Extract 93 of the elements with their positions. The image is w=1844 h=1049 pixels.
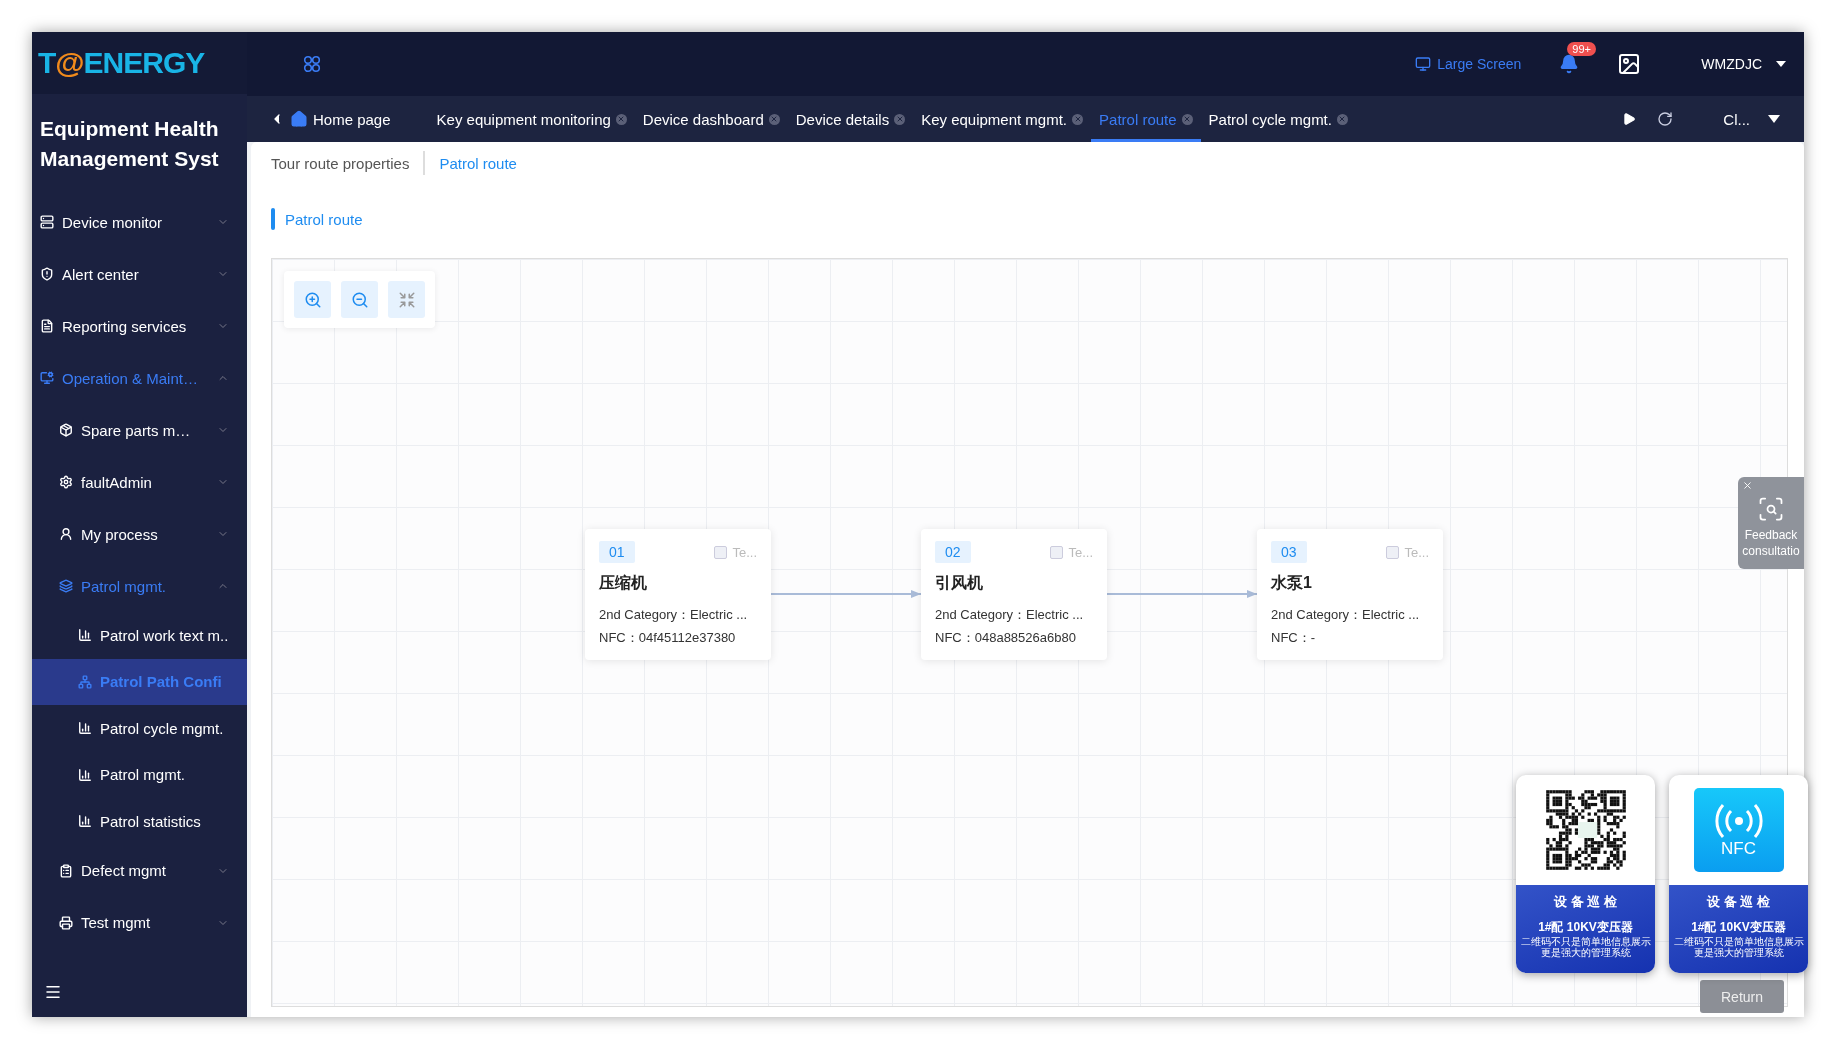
close-icon[interactable]	[894, 113, 906, 125]
zoom-out-button[interactable]	[341, 281, 378, 318]
node-nfc: NFC：04f45112e37380	[599, 629, 737, 647]
refresh-icon	[1657, 111, 1674, 127]
close-icon[interactable]	[1181, 113, 1193, 125]
node-number: 03	[1271, 541, 1307, 563]
bar-chart-icon	[78, 767, 92, 782]
sidebar-item[interactable]: My process	[32, 508, 247, 560]
feedback-label: Feedback	[1744, 527, 1798, 543]
fit-button[interactable]	[388, 281, 425, 318]
large-screen-link[interactable]: Large Screen	[1415, 56, 1522, 72]
zoom-out-icon	[350, 290, 369, 309]
bell-icon[interactable]	[1559, 54, 1580, 74]
nfc-badge: NFC	[1693, 788, 1784, 872]
sidebar-item[interactable]: Alert center	[32, 248, 247, 300]
sidebar-item[interactable]: Operation & Maint…	[32, 352, 247, 404]
close-icon[interactable]	[1742, 480, 1753, 491]
user-icon	[59, 527, 73, 541]
sidebar-item[interactable]: Patrol cycle mgmt.	[32, 705, 247, 752]
gear-icon	[59, 475, 73, 489]
monitor-icon	[1415, 56, 1432, 72]
sidebar-item[interactable]: Patrol statistics	[32, 798, 247, 845]
sidebar-item[interactable]: Spare parts m…	[32, 404, 247, 456]
node-name: 压缩机	[599, 573, 648, 593]
sidebar-item[interactable]: Patrol mgmt.	[32, 751, 247, 798]
sidebar-item[interactable]: Patrol mgmt.	[32, 560, 247, 612]
close-menu-dropdown[interactable]: Cl...	[1683, 110, 1804, 128]
bar-chart-icon	[78, 814, 92, 829]
menu-icon[interactable]	[44, 983, 62, 1001]
feedback-label: consultatio	[1742, 543, 1800, 559]
tag-note: 二维码不只是简单地信息展示	[1673, 936, 1804, 947]
image-icon[interactable]	[1617, 52, 1642, 76]
clover-icon[interactable]	[303, 55, 321, 73]
zoom-in-icon	[303, 290, 322, 309]
section-title: Patrol route	[285, 210, 363, 228]
tag-subtitle: 1#配 10KV变压器	[1538, 919, 1633, 936]
sidebar-item[interactable]: Reporting services	[32, 300, 247, 352]
page-tab[interactable]: Home page	[261, 96, 399, 142]
shrink-icon	[397, 290, 416, 309]
tag-title: 设 备 巡 检	[1707, 893, 1770, 911]
monitor-icon	[40, 371, 54, 385]
sidebar-item[interactable]: Device monitor	[32, 196, 247, 248]
page-tab[interactable]: Key equipment monitoring	[428, 96, 635, 142]
close-icon[interactable]	[1336, 113, 1348, 125]
route-node[interactable]: 01 Te... 压缩机 2nd Category：Electric ... NFC：04f45112e37380	[585, 529, 771, 660]
route-node[interactable]: 02 Te... 引风机 2nd Category：Electric ... NFC：048a88526a6b80	[921, 529, 1107, 660]
server-icon	[40, 215, 54, 229]
node-name: 水泵1	[1271, 573, 1313, 593]
tag-note: 更是强大的管理系统	[1693, 947, 1784, 958]
user-menu[interactable]: WMZDJC	[1701, 56, 1786, 72]
app-title: Equipment Health Management Syst	[39, 116, 220, 172]
node-number: 01	[599, 541, 635, 563]
bar-chart-icon	[78, 628, 92, 643]
clipboard-icon	[59, 863, 73, 878]
layers-icon	[59, 579, 73, 593]
shield-icon	[40, 267, 54, 281]
content-tab[interactable]: Tour route properties	[271, 154, 424, 172]
printer-icon	[59, 915, 73, 930]
page-tab[interactable]: Device dashboard	[634, 96, 788, 142]
notification-badge: 99+	[1567, 42, 1596, 56]
tag-subtitle: 1#配 10KV变压器	[1691, 919, 1786, 936]
close-icon[interactable]	[1072, 113, 1084, 125]
node-category: 2nd Category：Electric ...	[1271, 606, 1421, 624]
sidebar-item[interactable]: Defect mgmt	[32, 844, 247, 897]
caret-icon	[1776, 61, 1786, 67]
section-marker	[271, 208, 275, 230]
sidebar-item[interactable]: faultAdmin	[32, 456, 247, 508]
caret-icon	[1768, 115, 1780, 123]
node-category: 2nd Category：Electric ...	[935, 606, 1085, 624]
close-icon[interactable]	[768, 113, 780, 125]
route-node[interactable]: 03 Te... 水泵1 2nd Category：Electric ... NFC：-	[1257, 529, 1443, 660]
tag-note: 更是强大的管理系统	[1540, 947, 1631, 958]
node-number: 02	[935, 541, 971, 563]
bar-chart-icon	[78, 721, 92, 736]
logo: T@ENERGY	[32, 32, 247, 94]
tag-title: 设 备 巡 检	[1554, 893, 1617, 911]
sidebar-item[interactable]: Test mgmt	[32, 896, 247, 949]
zoom-in-button[interactable]	[294, 281, 331, 318]
node-category: 2nd Category：Electric ...	[599, 606, 749, 624]
tag-note: 二维码不只是简单地信息展示	[1520, 936, 1651, 947]
network-icon	[78, 674, 92, 689]
package-icon	[59, 423, 73, 437]
page-tab[interactable]: Key equipment mgmt.	[913, 96, 1092, 142]
page-tab[interactable]: Device details	[787, 96, 914, 142]
home-icon	[290, 110, 308, 128]
sidebar-item[interactable]: Patrol work text m..	[32, 612, 247, 659]
page-tab[interactable]: Patrol cycle mgmt.	[1200, 96, 1356, 142]
node-nfc: NFC：-	[1271, 629, 1317, 647]
node-nfc: NFC：048a88526a6b80	[935, 629, 1077, 647]
close-icon[interactable]	[615, 113, 627, 125]
play-icon	[1622, 112, 1637, 126]
node-name: 引风机	[935, 573, 984, 593]
content-tab[interactable]: Patrol route	[425, 154, 531, 172]
